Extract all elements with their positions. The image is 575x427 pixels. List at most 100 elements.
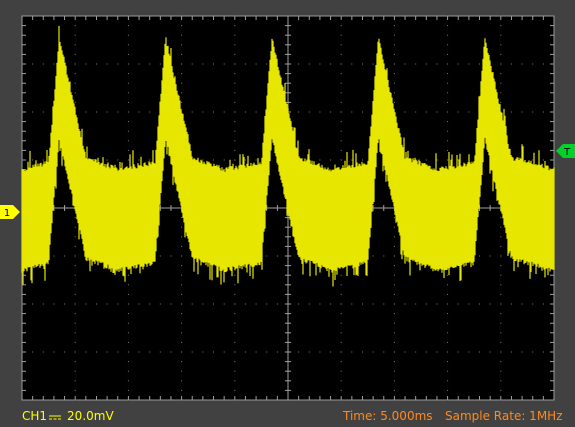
grid-dot [340,25,342,27]
timebase-readout[interactable]: Time: 5.000ms [343,408,433,424]
grid-dot [202,303,204,305]
grid-dot [404,63,406,65]
grid-dot [298,303,300,305]
grid-dot [404,303,406,305]
grid-dot [244,63,246,65]
grid-dot [266,303,268,305]
grid-dot [542,303,544,305]
grid-dot [191,63,193,65]
grid-dot [447,140,449,142]
ch1-scale-readout[interactable]: CH1 20.0mV [22,408,114,424]
grid-dot [117,111,119,113]
grid-dot [96,351,97,353]
grid-dot [53,351,55,353]
grid-dot [362,159,363,161]
grid-dot [447,370,449,372]
grid-dot [447,380,449,382]
grid-dot [372,303,374,305]
grid-dot [340,341,342,343]
grid-dot [32,111,34,113]
grid-dot [383,255,385,257]
grid-dot [500,255,502,257]
grid-dot [127,34,129,36]
grid-dot [468,303,470,305]
grid-dot [74,274,76,276]
grid-dot [372,255,374,257]
grid-dot [393,322,395,324]
grid-dot [404,111,406,113]
grid-dot [340,351,342,353]
grid-dot [234,159,236,161]
grid-dot [436,351,438,353]
grid-dot [447,293,449,295]
grid-dot [127,92,129,94]
grid-dot [415,111,417,113]
grid-dot [404,351,406,353]
grid-dot [447,322,449,324]
grid-dot [181,34,183,36]
grid-dot [393,82,395,84]
grid-dot [521,303,523,305]
grid-dot [202,159,204,161]
grid-dot [500,236,502,238]
grid-dot [372,351,374,353]
grid-dot [181,255,183,257]
grid-dot [447,332,449,334]
grid-dot [340,370,342,372]
grid-dot [393,217,395,219]
grid-dot [127,73,129,75]
grid-dot [127,25,129,27]
grid-dot [393,236,395,238]
grid-dot [127,351,129,353]
grid-dot [500,25,502,27]
grid-dot [447,284,449,286]
grid-dot [447,121,449,123]
grid-dot [266,63,268,65]
grid-dot [181,303,183,305]
grid-dot [234,44,236,46]
grid-dot [500,370,502,372]
grid-dot [181,322,183,324]
grid-dot [383,303,385,305]
grid-dot [127,82,129,84]
grid-dot [53,303,55,305]
grid-dot [393,255,395,257]
grid-dot [213,351,214,353]
grid-dot [425,303,427,305]
grid-dot [340,149,342,151]
grid-dot [436,111,438,113]
grid-dot [42,159,44,161]
grid-dot [500,92,502,94]
grid-dot [340,101,342,103]
grid-dot [234,73,236,75]
grid-dot [234,274,236,276]
grid-dot [74,303,76,305]
grid-dot [181,236,183,238]
grid-dot [425,111,427,113]
grid-dot [393,53,395,55]
grid-dot [340,293,342,295]
grid-dot [340,322,342,324]
grid-dot [319,63,321,65]
grid-dot [479,63,480,65]
grid-dot [330,63,332,65]
grid-dot [393,389,395,391]
grid-dot [447,361,449,363]
grid-dot [319,159,321,161]
grid-dot [191,303,193,305]
grid-dot [85,351,87,353]
grid-dot [447,313,449,315]
grid-dot [510,303,512,305]
grid-dot [447,130,449,132]
grid-dot [340,361,342,363]
grid-dot [127,53,129,55]
grid-dot [127,284,129,286]
grid-dot [96,63,97,65]
grid-dot [542,111,544,113]
grid-dot [319,303,321,305]
grid-dot [213,111,214,113]
grid-dot [340,73,342,75]
grid-dot [181,370,183,372]
grid-dot [181,226,183,228]
grid-dot [127,389,129,391]
